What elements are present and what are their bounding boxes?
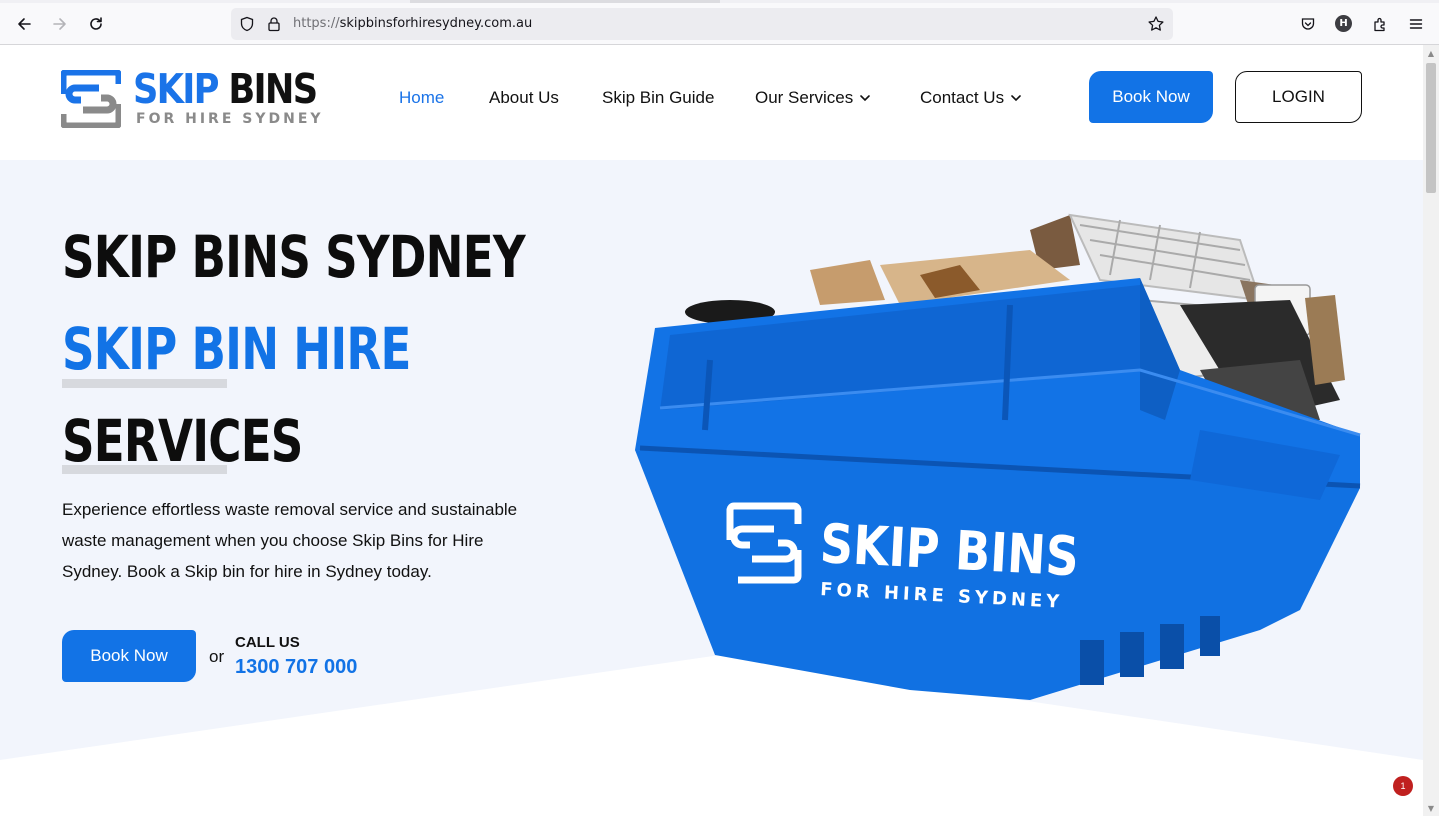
nav-home-label: Home: [399, 88, 445, 107]
notification-badge[interactable]: 1: [1393, 776, 1413, 796]
url-text[interactable]: https://skipbinsforhiresydney.com.au: [293, 16, 532, 31]
call-us-label: CALL US: [235, 634, 300, 651]
nav-about-label: About Us: [489, 88, 559, 107]
logo-wordmark: SKIP BINS: [133, 65, 318, 113]
url-scheme: https://: [293, 16, 340, 31]
nav-our-services[interactable]: Our Services: [755, 88, 871, 108]
nav-contact-label: Contact Us: [920, 88, 1005, 107]
site-logo[interactable]: SKIP BINS FOR HIRE SYDNEY: [61, 65, 321, 130]
scroll-down-icon[interactable]: ▼: [1423, 800, 1439, 816]
header-book-now-button[interactable]: Book Now: [1089, 71, 1213, 123]
reload-icon[interactable]: [83, 11, 109, 37]
login-button[interactable]: LOGIN: [1235, 71, 1362, 123]
phone-number-link[interactable]: 1300 707 000: [235, 656, 357, 679]
nav-services-label: Our Services: [755, 88, 854, 107]
chevron-down-icon: [860, 95, 871, 102]
back-icon[interactable]: [11, 11, 37, 37]
logo-subtitle: FOR HIRE SYDNEY: [136, 111, 324, 127]
pocket-icon[interactable]: [1296, 12, 1320, 36]
browser-toolbar: https://skipbinsforhiresydney.com.au H: [0, 0, 1439, 45]
nav-skip-bin-guide[interactable]: Skip Bin Guide: [602, 88, 714, 108]
nav-home[interactable]: Home: [399, 88, 444, 108]
shield-icon[interactable]: [237, 14, 257, 34]
hero-description: Experience effortless waste removal serv…: [62, 500, 518, 581]
lock-icon[interactable]: [264, 14, 284, 34]
address-bar[interactable]: https://skipbinsforhiresydney.com.au: [231, 8, 1173, 40]
url-host: skipbinsforhiresydney.com.au: [339, 16, 533, 31]
skip-bin-image: SKIP BINS FOR HIRE SYDNEY: [635, 213, 1361, 700]
profile-avatar[interactable]: H: [1335, 15, 1352, 32]
nav-guide-label: Skip Bin Guide: [602, 88, 715, 107]
logo-word-bins: BINS: [217, 65, 318, 113]
hero-heading-line-2: SKIP BIN HIRE: [62, 315, 411, 383]
logo-mark-icon: [61, 70, 121, 128]
active-tab-indicator[interactable]: [410, 0, 720, 3]
hero-heading-line-1: SKIP BINS SYDNEY: [62, 223, 526, 291]
forward-icon[interactable]: [47, 11, 73, 37]
nav-contact-us[interactable]: Contact Us: [920, 88, 1022, 108]
scroll-up-icon[interactable]: ▲: [1423, 45, 1439, 61]
extensions-icon[interactable]: [1368, 12, 1392, 36]
menu-icon[interactable]: [1404, 12, 1428, 36]
tab-strip: [0, 0, 1439, 3]
scrollbar-thumb[interactable]: [1426, 63, 1436, 193]
chevron-down-icon: [1011, 95, 1021, 102]
page-scrollbar[interactable]: ▲ ▼: [1423, 45, 1439, 816]
or-separator: or: [209, 647, 225, 666]
nav-about[interactable]: About Us: [489, 88, 559, 108]
hero-book-now-button[interactable]: Book Now: [62, 630, 196, 682]
hero-heading-line-3: SERVICES: [62, 407, 303, 475]
hero-section: SKIP BINS SYDNEY SKIP BIN HIRE SERVICES …: [0, 160, 1423, 816]
star-icon[interactable]: [1146, 14, 1166, 34]
bin-brand-line-1: SKIP BINS: [819, 511, 1081, 588]
site-header: SKIP BINS FOR HIRE SYDNEY Home About Us …: [0, 45, 1423, 160]
logo-word-skip: SKIP: [133, 65, 220, 113]
